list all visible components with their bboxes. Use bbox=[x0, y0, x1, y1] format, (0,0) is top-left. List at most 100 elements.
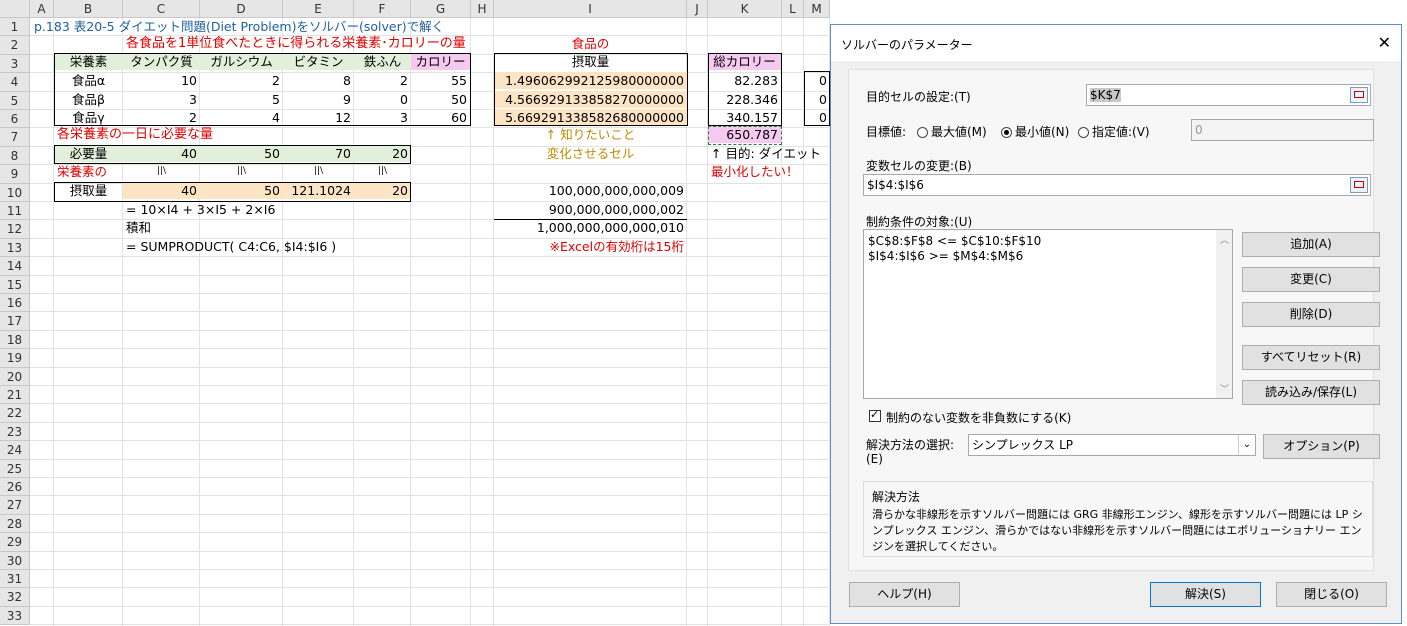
scroll-down-icon[interactable]: ﹀ bbox=[1220, 382, 1229, 395]
row-header[interactable]: 32 bbox=[0, 588, 30, 607]
row-header[interactable]: 11 bbox=[0, 202, 30, 221]
objective-input[interactable]: $K$7 bbox=[1086, 84, 1371, 106]
close-icon[interactable]: ✕ bbox=[1378, 33, 1391, 52]
row-header[interactable]: 29 bbox=[0, 533, 30, 552]
row-header[interactable]: 31 bbox=[0, 570, 30, 589]
row-header[interactable]: 25 bbox=[0, 459, 30, 478]
required-vitamin[interactable]: 70 bbox=[283, 145, 354, 162]
column-header[interactable]: F bbox=[354, 0, 411, 18]
row-header[interactable]: 2 bbox=[0, 36, 30, 55]
load-save-button[interactable]: 読み込み/保存(L) bbox=[1242, 380, 1380, 405]
option-min[interactable]: 最小値(N) bbox=[1001, 123, 1069, 140]
total-calorie-header[interactable]: 総カロリー bbox=[708, 53, 781, 70]
ge-sign-iron[interactable]: ||\ bbox=[354, 163, 411, 180]
row-header[interactable]: 30 bbox=[0, 551, 30, 570]
nutrient-iron[interactable]: 鉄ふん bbox=[354, 53, 411, 70]
column-header[interactable]: K bbox=[708, 0, 782, 18]
number-1[interactable]: 100,000,000,000,009 bbox=[494, 182, 687, 199]
food-value[interactable]: 3 bbox=[354, 109, 411, 126]
intake-amount-header[interactable]: 摂取量 bbox=[494, 53, 687, 70]
sheet-title[interactable]: p.183 表20-5 ダイエット問題(Diet Problem)をソルバー(s… bbox=[31, 18, 447, 35]
product-sum-note[interactable]: 積和 bbox=[123, 219, 154, 236]
options-button[interactable]: オプション(P) bbox=[1263, 434, 1380, 459]
food-value[interactable]: 2 bbox=[123, 109, 200, 126]
daily-note[interactable]: 各栄養素の一日に必要な量 bbox=[54, 126, 216, 143]
nutrient-vitamin[interactable]: ビタミン bbox=[283, 53, 354, 70]
collapse-vars-icon[interactable] bbox=[1350, 177, 1368, 193]
reset-all-button[interactable]: すべてリセット(R) bbox=[1242, 345, 1380, 370]
food-value[interactable]: 0 bbox=[354, 91, 411, 108]
spreadsheet[interactable]: ABCDEFGHIJKLMNOPQRSTU 123456789101112131… bbox=[0, 0, 830, 626]
method-select[interactable]: シンプレックス LP ⌄ bbox=[968, 434, 1256, 456]
row-header[interactable]: 19 bbox=[0, 349, 30, 368]
calorie-header[interactable]: カロリー bbox=[411, 53, 470, 70]
minimize-note[interactable]: 最小化したい！ bbox=[708, 163, 802, 180]
food-value[interactable]: 9 bbox=[283, 91, 354, 108]
subtitle-cell[interactable]: 各食品を1単位食べたときに得られる栄養素･カロリーの量 bbox=[123, 35, 469, 52]
intake-protein[interactable]: 40 bbox=[123, 182, 200, 199]
food-value[interactable]: 50 bbox=[411, 91, 470, 108]
row-header[interactable]: 14 bbox=[0, 257, 30, 276]
food-value[interactable]: 2 bbox=[200, 72, 283, 89]
food-value[interactable]: 10 bbox=[123, 72, 200, 89]
row-header[interactable]: 3 bbox=[0, 54, 30, 74]
goal-note[interactable]: ↑ 目的: ダイエット bbox=[708, 145, 824, 162]
food-value[interactable]: 8 bbox=[283, 72, 354, 89]
ge-sign-protein[interactable]: ||\ bbox=[123, 163, 200, 180]
row-header[interactable]: 6 bbox=[0, 110, 30, 129]
total-calorie-cell[interactable]: 340.157 bbox=[708, 109, 781, 126]
intake-amount-cell[interactable]: 4.566929133858270000000 bbox=[494, 90, 687, 108]
intake-label[interactable]: 摂取量 bbox=[54, 182, 123, 199]
radio-min-icon[interactable] bbox=[1001, 127, 1012, 138]
food-name[interactable]: 食品γ bbox=[54, 109, 123, 126]
row-header[interactable]: 12 bbox=[0, 220, 30, 239]
row-header[interactable]: 18 bbox=[0, 330, 30, 350]
food-value[interactable]: 4 bbox=[200, 109, 283, 126]
formula-note-1[interactable]: = 10×I4 + 3×I5 + 2×I6 bbox=[123, 201, 278, 218]
excel-digits-note[interactable]: ※Excelの有効桁は15桁 bbox=[494, 238, 687, 255]
option-value[interactable]: 指定値:(V) bbox=[1078, 123, 1150, 140]
column-header[interactable]: A bbox=[30, 0, 54, 18]
row-header[interactable]: 21 bbox=[0, 386, 30, 405]
number-3[interactable]: 1,000,000,000,000,010 bbox=[494, 219, 687, 236]
solve-button[interactable]: 解決(S) bbox=[1150, 582, 1261, 607]
constraints-list[interactable]: $C$8:$F$8 <= $C$10:$F$10 $I$4:$I$6 >= $M… bbox=[863, 229, 1233, 399]
intake-amount-cell[interactable]: 5.669291338582680000000 bbox=[494, 109, 687, 126]
constraint-item[interactable]: $C$8:$F$8 <= $C$10:$F$10 bbox=[868, 234, 1041, 249]
food-value[interactable]: 5 bbox=[200, 91, 283, 108]
required-calcium[interactable]: 50 bbox=[200, 145, 283, 162]
number-2[interactable]: 900,000,000,000,002 bbox=[494, 201, 687, 218]
food-name[interactable]: 食品α bbox=[54, 72, 123, 89]
ge-sign-calcium[interactable]: ||\ bbox=[200, 163, 283, 180]
intake-amount-cell[interactable]: 1.496062992125980000000 bbox=[494, 72, 687, 90]
column-header[interactable]: L bbox=[782, 0, 804, 18]
m-zero-cell[interactable]: 0 bbox=[804, 72, 830, 89]
row-header[interactable]: 15 bbox=[0, 275, 30, 294]
row-header[interactable]: 28 bbox=[0, 514, 30, 534]
row-header[interactable]: 17 bbox=[0, 312, 30, 331]
food-value[interactable]: 2 bbox=[354, 72, 411, 89]
row-header[interactable]: 26 bbox=[0, 478, 30, 497]
vars-input[interactable]: $I$4:$I$6 bbox=[863, 174, 1371, 196]
column-header[interactable]: C bbox=[123, 0, 200, 18]
constraint-item[interactable]: $I$4:$I$6 >= $M$4:$M$6 bbox=[868, 249, 1023, 264]
nonneg-checkbox[interactable]: ✓ bbox=[869, 408, 881, 422]
option-max[interactable]: 最大値(M) bbox=[917, 123, 987, 140]
constraints-scrollbar[interactable]: ︿ ﹀ bbox=[1216, 230, 1232, 398]
radio-max-icon[interactable] bbox=[917, 127, 928, 138]
required-label[interactable]: 必要量 bbox=[54, 145, 123, 162]
scroll-up-icon[interactable]: ︿ bbox=[1220, 233, 1229, 246]
add-button[interactable]: 追加(A) bbox=[1242, 232, 1380, 257]
dialog-titlebar[interactable]: ソルバーのパラメーター ✕ bbox=[831, 25, 1401, 61]
row-header[interactable]: 5 bbox=[0, 91, 30, 110]
row-header[interactable]: 27 bbox=[0, 496, 30, 515]
want-know-note[interactable]: ↑ 知りたいこと bbox=[494, 126, 687, 143]
collapse-dialog-icon[interactable] bbox=[1350, 87, 1368, 103]
required-iron[interactable]: 20 bbox=[354, 145, 411, 162]
nutrient-protein[interactable]: タンパク質 bbox=[123, 53, 200, 70]
column-header[interactable]: H bbox=[471, 0, 494, 18]
column-header[interactable]: B bbox=[54, 0, 123, 18]
row-header[interactable]: 16 bbox=[0, 294, 30, 313]
row-header[interactable]: 1 bbox=[0, 18, 30, 37]
total-calorie-cell[interactable]: 228.346 bbox=[708, 91, 781, 108]
